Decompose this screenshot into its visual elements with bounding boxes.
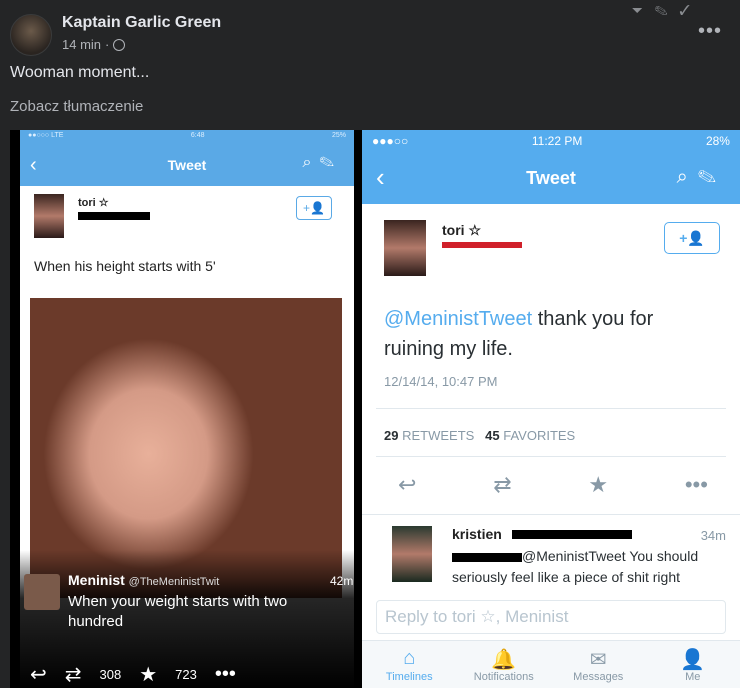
tweet-text: @MeninistTweet thank you for ruining my … (384, 308, 654, 360)
tab-messages: ✉ Messages (558, 641, 638, 688)
action-bar: ↩ ⇄ 308 ★ 723 ••• (30, 662, 354, 687)
more-icon: ••• (214, 663, 236, 685)
post-header: Kaptain Garlic Green 14 min · ⏷ ✎ ✓ ••• (10, 2, 730, 60)
retweet-count: 308 (99, 667, 122, 682)
post-text: Wooman moment... (10, 64, 150, 81)
tweet-text: When his height starts with 5' (34, 258, 216, 274)
post-image[interactable]: ●●○○○ LTE 6:48 25% ‹ Tweet ⌕✎ tori ☆ +👤 … (10, 130, 740, 688)
search-compose-icons: ⌕✎ (676, 166, 726, 188)
nav-bar: ‹ Tweet ⌕✎ (362, 152, 740, 204)
search-compose-icons: ⌕✎ (302, 154, 342, 171)
globe-icon (113, 38, 126, 51)
tweet-author: tori ☆ +👤 (20, 186, 354, 244)
reply-text: @MeninistTweet You should seriously feel… (452, 548, 699, 585)
reply-time: 34m (700, 528, 726, 543)
retweet-time: 42m (330, 574, 354, 588)
star-icon: ★ (139, 664, 158, 686)
signal-indicator: ●●●○○ (372, 134, 409, 148)
reply-input: Reply to tori ☆, Meninist (376, 600, 726, 634)
reply-avatar (392, 526, 432, 582)
tweet-date: 12/14/14, 10:47 PM (384, 374, 498, 389)
reply-icon: ↩ (30, 664, 47, 686)
status-bar: ●●●○○ 11:22 PM 28% (362, 130, 740, 152)
redaction-bar (78, 212, 150, 220)
author-name: tori ☆ (442, 222, 481, 238)
tab-timelines: ⌂ Timelines (369, 641, 449, 688)
fav-count: 723 (175, 667, 197, 682)
post-time[interactable]: 14 min (62, 37, 101, 52)
person-icon: 👤 (680, 649, 706, 671)
divider (376, 408, 726, 409)
envelope-icon: ✉ (589, 649, 607, 671)
reply-icon: ↩ (398, 472, 417, 497)
tab-me: 👤 Me (653, 641, 733, 688)
retweet-icon: ⇄ (64, 664, 82, 686)
reply-author: kristien (452, 526, 502, 542)
tab-notifications: 🔔 Notifications (464, 641, 544, 688)
battery-indicator: 25% (331, 132, 346, 139)
status-bar: ●●○○○ LTE 6:48 25% (20, 130, 354, 144)
post-meta: 14 min · (62, 37, 126, 52)
avatar[interactable] (10, 14, 52, 56)
author-avatar (384, 220, 426, 276)
action-bar: ↩ ⇄ ★ ••• (398, 472, 708, 498)
retweeter-handle: @TheMeninistTwit (128, 576, 220, 588)
retweeter-name: Meninist @TheMeninistTwit (68, 572, 220, 588)
retweet-text: When your weight starts with two hundred (68, 593, 288, 630)
more-options-icon[interactable]: ••• (698, 20, 722, 43)
toolbar-icons[interactable]: ⏷ ✎ ✓ (632, 2, 694, 19)
author-avatar (34, 194, 64, 238)
retweet-icon: ⇄ (493, 472, 512, 497)
follow-button: +👤 (664, 222, 720, 254)
nav-bar: ‹ Tweet ⌕✎ (20, 144, 354, 186)
status-time: 11:22 PM (531, 134, 583, 148)
tab-bar: ⌂ Timelines 🔔 Notifications ✉ Messages 👤 Me (362, 640, 740, 688)
more-icon: ••• (684, 472, 708, 497)
redaction-bar (512, 530, 632, 539)
signal-indicator: ●●○○○ LTE (28, 132, 64, 139)
author-name[interactable]: Kaptain Garlic Green (62, 14, 221, 32)
home-icon: ⌂ (403, 647, 416, 669)
see-translation-link[interactable]: Zobacz tłumaczenie (10, 98, 143, 115)
divider (376, 456, 726, 457)
right-screenshot: ●●●○○ 11:22 PM 28% ‹ Tweet ⌕✎ tori ☆ +👤 … (362, 130, 740, 688)
retweeter-avatar (24, 574, 60, 610)
follow-button: +👤 (296, 196, 332, 220)
redaction-bar (452, 552, 522, 562)
status-time: 6:48 (190, 132, 205, 139)
author-name: tori ☆ (78, 197, 109, 209)
mention-link: @MeninistTweet (384, 308, 533, 330)
battery-indicator: 28% (705, 134, 730, 148)
tweet-stats: 29 RETWEETS 45 FAVORITES (384, 428, 576, 443)
redaction-bar (442, 242, 522, 248)
star-icon: ★ (588, 472, 609, 497)
bell-icon: 🔔 (491, 649, 517, 671)
left-screenshot: ●●○○○ LTE 6:48 25% ‹ Tweet ⌕✎ tori ☆ +👤 … (20, 130, 354, 688)
